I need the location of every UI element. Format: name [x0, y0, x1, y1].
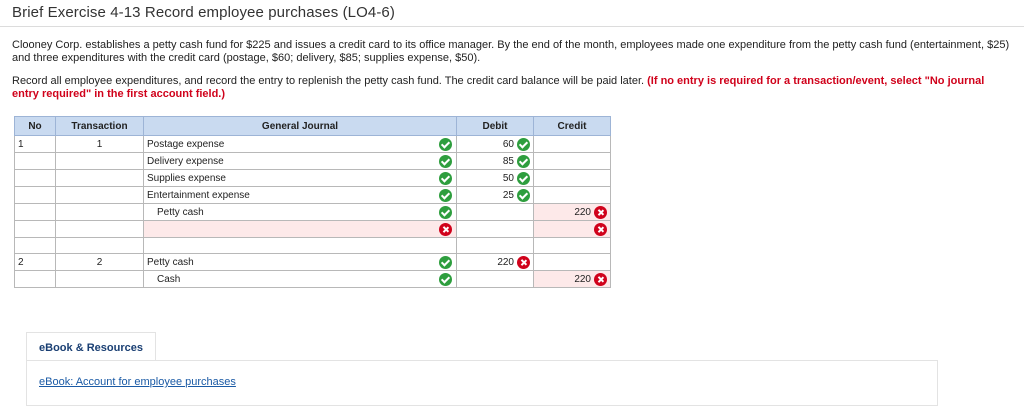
debit-field[interactable]: 50: [456, 169, 534, 187]
journal-row: Delivery expense 85: [14, 152, 611, 170]
credit-field[interactable]: [533, 169, 611, 187]
correct-check-icon: [439, 138, 452, 151]
correct-check-icon: [517, 171, 530, 185]
header-general-journal: General Journal: [143, 116, 457, 136]
journal-row: [14, 220, 611, 238]
spacer-row: [14, 237, 611, 254]
account-field[interactable]: Postage expense: [143, 135, 457, 153]
row-transaction: [55, 169, 144, 187]
journal-row: Supplies expense 50: [14, 169, 611, 187]
row-transaction: [55, 186, 144, 204]
spacer-cell: [55, 237, 144, 254]
row-no: [14, 169, 56, 187]
credit-field[interactable]: [533, 135, 611, 153]
correct-check-icon: [439, 206, 452, 219]
debit-field[interactable]: 25: [456, 186, 534, 204]
row-transaction: 2: [55, 253, 144, 271]
resources-panel: eBook: Account for employee purchases: [26, 360, 938, 406]
credit-field[interactable]: 220: [533, 270, 611, 288]
spacer-cell: [14, 237, 56, 254]
row-transaction: [55, 270, 144, 288]
debit-amount: 50: [502, 172, 514, 184]
correct-check-icon: [517, 188, 530, 202]
row-no: [14, 270, 56, 288]
debit-field[interactable]: [456, 220, 534, 238]
debit-amount: 85: [502, 155, 514, 167]
header-transaction: Transaction: [55, 116, 144, 136]
row-no: [14, 220, 56, 238]
journal-row: Entertainment expense 25: [14, 186, 611, 204]
debit-amount: 220: [497, 256, 514, 268]
account-name: Cash: [157, 273, 181, 285]
spacer-cell: [143, 237, 457, 254]
correct-check-icon: [439, 189, 452, 202]
row-no: [14, 152, 56, 170]
account-name: Petty cash: [147, 256, 194, 268]
account-field[interactable]: Petty cash: [143, 253, 457, 271]
incorrect-x-icon: [594, 272, 607, 286]
title-divider: [0, 26, 1024, 27]
instructions-text: Record all employee expenditures, and re…: [12, 75, 648, 87]
header-debit: Debit: [456, 116, 534, 136]
credit-field[interactable]: [533, 152, 611, 170]
correct-check-icon: [439, 172, 452, 185]
incorrect-x-icon: [517, 255, 530, 269]
page-title: Brief Exercise 4-13 Record employee purc…: [12, 4, 395, 21]
account-field[interactable]: Cash: [143, 270, 457, 288]
debit-field[interactable]: 220: [456, 253, 534, 271]
account-field[interactable]: Entertainment expense: [143, 186, 457, 204]
debit-field[interactable]: 60: [456, 135, 534, 153]
credit-amount: 220: [574, 273, 591, 285]
spacer-cell: [533, 237, 611, 254]
debit-field[interactable]: [456, 203, 534, 221]
row-no: [14, 186, 56, 204]
spacer-cell: [456, 237, 534, 254]
journal-row: Petty cash 220: [14, 203, 611, 221]
header-no: No: [14, 116, 56, 136]
header-credit: Credit: [533, 116, 611, 136]
account-name: Petty cash: [157, 206, 204, 218]
correct-check-icon: [517, 137, 530, 151]
debit-field[interactable]: 85: [456, 152, 534, 170]
row-no: 2: [14, 253, 56, 271]
debit-amount: 60: [502, 138, 514, 150]
correct-check-icon: [439, 256, 452, 269]
row-no: [14, 203, 56, 221]
incorrect-x-icon: [594, 205, 607, 219]
journal-table: No Transaction General Journal Debit Cre…: [14, 116, 611, 288]
debit-amount: 25: [502, 189, 514, 201]
correct-check-icon: [517, 154, 530, 168]
credit-amount: 220: [574, 206, 591, 218]
journal-row: 2 2 Petty cash 220: [14, 253, 611, 271]
account-field[interactable]: Delivery expense: [143, 152, 457, 170]
account-name: Postage expense: [147, 138, 225, 150]
account-name: Delivery expense: [147, 155, 224, 167]
correct-check-icon: [439, 273, 452, 286]
problem-description: Clooney Corp. establishes a petty cash f…: [12, 39, 1010, 64]
row-transaction: [55, 152, 144, 170]
account-field[interactable]: Supplies expense: [143, 169, 457, 187]
incorrect-x-icon: [594, 222, 607, 236]
journal-header-row: No Transaction General Journal Debit Cre…: [14, 116, 611, 136]
ebook-link[interactable]: eBook: Account for employee purchases: [39, 376, 236, 388]
account-name: Supplies expense: [147, 172, 226, 184]
account-field[interactable]: [143, 220, 457, 238]
ebook-resources-tab[interactable]: eBook & Resources: [26, 332, 156, 362]
account-field[interactable]: Petty cash: [143, 203, 457, 221]
journal-row: Cash 220: [14, 270, 611, 288]
debit-field[interactable]: [456, 270, 534, 288]
correct-check-icon: [439, 155, 452, 168]
credit-field[interactable]: 220: [533, 203, 611, 221]
credit-field[interactable]: [533, 253, 611, 271]
row-transaction: 1: [55, 135, 144, 153]
row-transaction: [55, 203, 144, 221]
instructions: Record all employee expenditures, and re…: [12, 75, 1012, 101]
credit-field[interactable]: [533, 186, 611, 204]
credit-field[interactable]: [533, 220, 611, 238]
account-name: Entertainment expense: [147, 189, 250, 201]
incorrect-x-icon: [439, 223, 452, 236]
journal-row: 1 1 Postage expense 60: [14, 135, 611, 153]
row-no: 1: [14, 135, 56, 153]
row-transaction: [55, 220, 144, 238]
